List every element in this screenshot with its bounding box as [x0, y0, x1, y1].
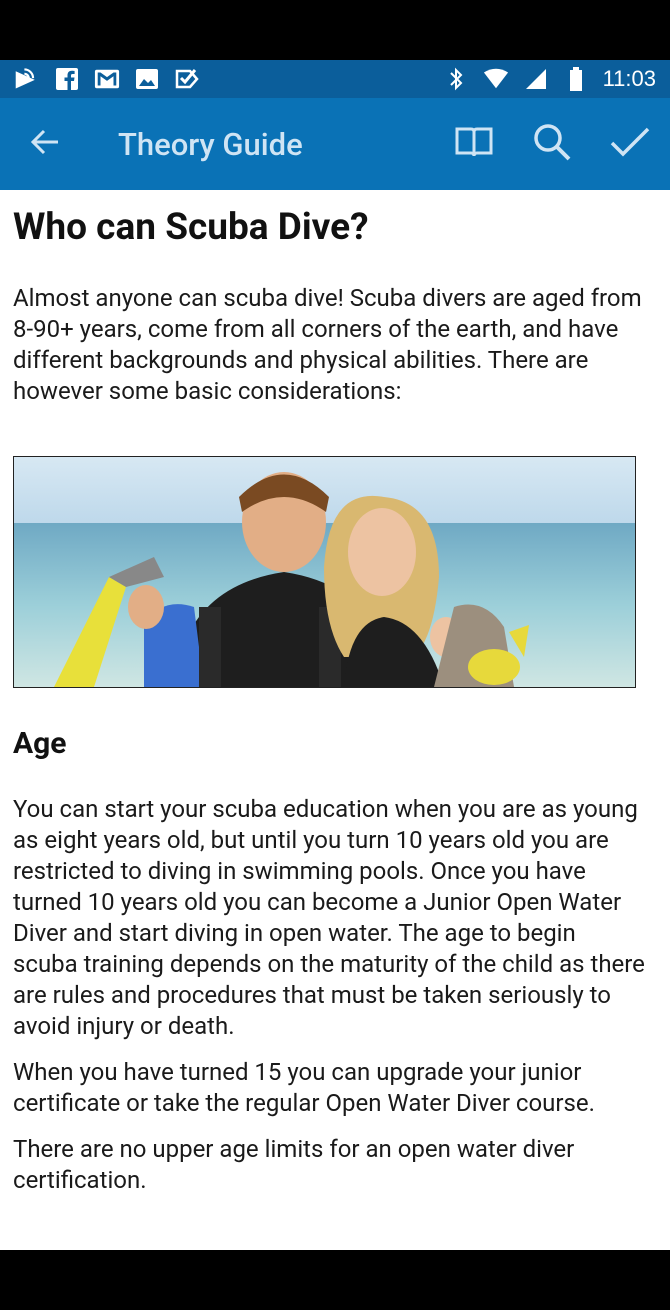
image-icon [134, 66, 160, 92]
cell-signal-icon [523, 66, 549, 92]
app-bar-title: Theory Guide [118, 125, 303, 163]
status-time: 11:03 [602, 66, 656, 91]
bluetooth-icon [443, 66, 469, 92]
article-title: Who can Scuba Dive? [13, 206, 369, 249]
check-icon [610, 126, 650, 162]
status-notifications [14, 66, 200, 92]
app-bar-actions [450, 98, 654, 190]
app-bar: Theory Guide [0, 98, 670, 190]
search-button[interactable] [528, 120, 576, 168]
done-button[interactable] [606, 120, 654, 168]
book-button[interactable] [450, 120, 498, 168]
age-paragraph-3: There are no upper age limits for an ope… [13, 1135, 575, 1194]
age-heading: Age [13, 726, 67, 761]
status-system: 11:03 [443, 66, 656, 92]
gmail-icon [94, 66, 120, 92]
search-icon [532, 122, 572, 166]
back-button[interactable] [0, 98, 90, 190]
bottom-black-bar [0, 1250, 670, 1310]
arrow-left-icon [30, 128, 60, 160]
divers-photo [13, 456, 636, 688]
facebook-icon [54, 66, 80, 92]
cast-icon [14, 66, 40, 92]
article-content: Who can Scuba Dive? Almost anyone can sc… [0, 190, 670, 1250]
wifi-icon [483, 66, 509, 92]
intro-paragraph: Almost anyone can scuba dive! Scuba dive… [13, 284, 642, 405]
top-black-bar [0, 0, 670, 60]
age-paragraph-2: When you have turned 15 you can upgrade … [13, 1058, 595, 1117]
book-icon [454, 125, 494, 163]
status-bar: 11:03 [0, 60, 670, 98]
check-box-icon [174, 66, 200, 92]
age-paragraph-1: You can start your scuba education when … [13, 795, 645, 1040]
battery-icon [563, 66, 589, 92]
